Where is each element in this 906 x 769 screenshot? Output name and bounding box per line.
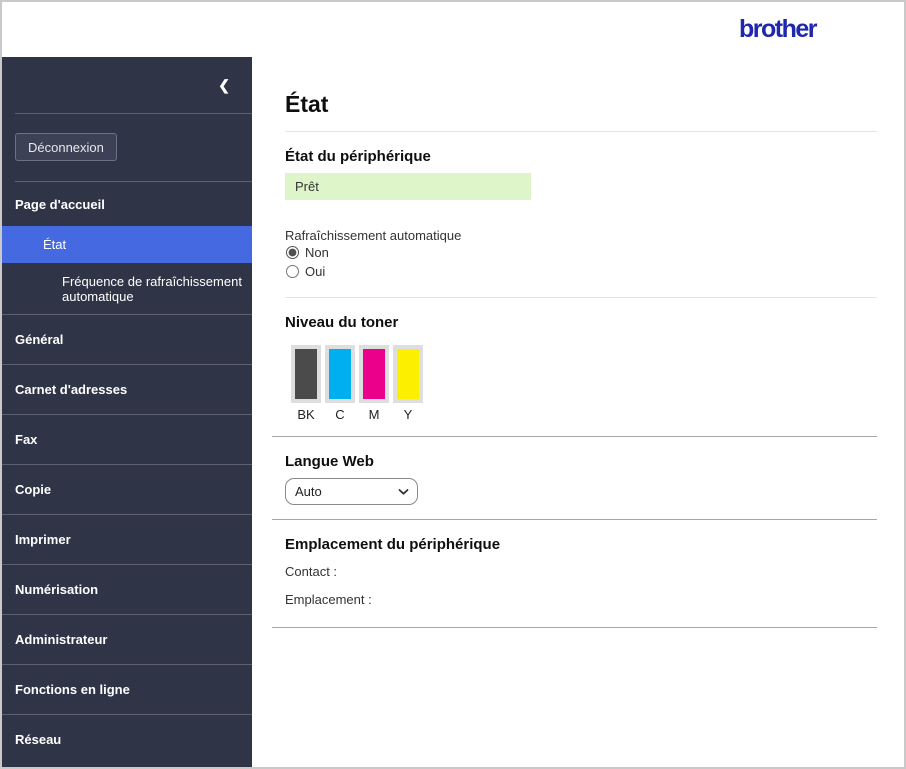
device-status-text: Prêt [295,179,319,194]
web-language-select[interactable]: Auto [285,478,418,505]
toner-label: M [368,407,380,422]
logout-row: Déconnexion [2,114,252,181]
location-label: Emplacement : [285,592,372,607]
logout-button[interactable]: Déconnexion [15,133,117,161]
divider [285,131,877,132]
sidebar-item-print[interactable]: Imprimer [2,514,252,564]
divider [272,519,877,520]
divider [285,297,877,298]
toner-gauge [393,345,423,403]
auto-refresh-radio-no[interactable] [286,246,299,259]
page-title: État [285,91,329,117]
top-header: brother [2,2,904,57]
sidebar-item-home[interactable]: Page d'accueil [2,182,252,226]
sidebar-item-scan[interactable]: Numérisation [2,564,252,614]
auto-refresh-option-yes: Oui [285,262,877,281]
divider [272,436,877,437]
web-language-select-wrap: Auto [285,478,418,505]
sidebar-item-label: Fréquence de rafraîchissement automatiqu… [62,273,242,304]
toner-cartridge-cyan: C [325,345,355,423]
sidebar-item-copy[interactable]: Copie [2,464,252,514]
sidebar-item-fax[interactable]: Fax [2,414,252,464]
sidebar-item-address-book[interactable]: Carnet d'adresses [2,364,252,414]
toner-fill-cyan [329,349,351,399]
auto-refresh-radio-no-label[interactable]: Non [305,245,329,260]
web-language-heading: Langue Web [285,453,374,470]
sidebar: ❮ Déconnexion Page d'accueil État Fréque… [2,57,252,767]
sidebar-item-general[interactable]: Général [2,314,252,364]
contact-label: Contact : [285,564,338,579]
toner-label: C [335,407,345,422]
toner-cartridge-magenta: M [359,345,389,423]
toner-cartridge-black: BK [291,345,321,423]
sidebar-item-refresh-frequency[interactable]: Fréquence de rafraîchissement automatiqu… [2,263,252,314]
sidebar-nav-list: Général Carnet d'adresses Fax Copie Impr… [2,314,252,764]
toner-label: BK [297,407,315,422]
sidebar-item-status-active[interactable]: État [2,226,252,263]
toner-fill-black [295,349,317,399]
sidebar-item-administrator[interactable]: Administrateur [2,614,252,664]
sidebar-item-online-functions[interactable]: Fonctions en ligne [2,664,252,714]
device-status-value: Prêt [285,173,531,200]
toner-fill-yellow [397,349,419,399]
toner-gauge [325,345,355,403]
body-row: ❮ Déconnexion Page d'accueil État Fréque… [2,57,904,767]
toner-heading: Niveau du toner [285,314,399,331]
auto-refresh-radio-yes-label[interactable]: Oui [305,264,325,279]
device-location-heading: Emplacement du périphérique [285,536,501,553]
toner-fill-magenta [363,349,385,399]
toner-level-display: BK C M Y [291,345,877,423]
divider [272,627,877,628]
sidebar-collapse-row: ❮ [2,57,252,113]
sidebar-item-network[interactable]: Réseau [2,714,252,764]
brother-logo: brother [739,15,818,43]
toner-gauge [359,345,389,403]
device-status-heading: État du périphérique [285,148,431,165]
sidebar-collapse-icon[interactable]: ❮ [218,77,230,94]
auto-refresh-option-no: Non [285,243,877,262]
auto-refresh-label: Rafraîchissement automatique [285,228,462,243]
toner-gauge [291,345,321,403]
page-frame: brother ❮ Déconnexion Page d'accueil Éta… [0,0,906,769]
auto-refresh-radio-yes[interactable] [286,265,299,278]
main-content: État État du périphérique Prêt Rafraîchi… [252,57,904,767]
toner-cartridge-yellow: Y [393,345,423,423]
toner-label: Y [403,407,413,422]
